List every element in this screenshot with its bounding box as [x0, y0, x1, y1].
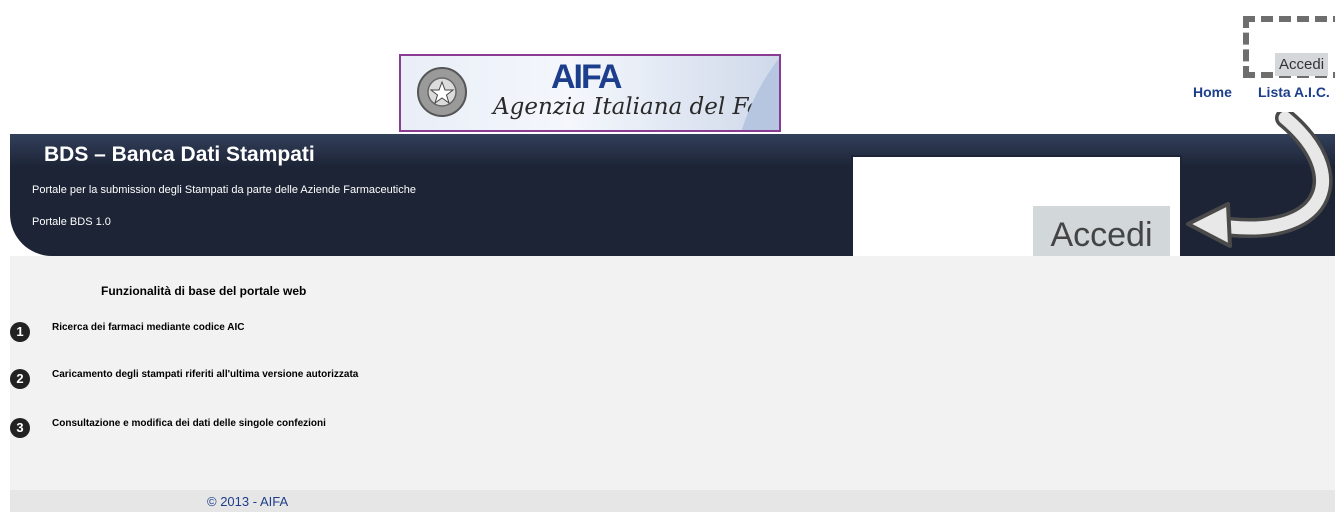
page-title: BDS – Banca Dati Stampati	[44, 143, 315, 166]
aifa-logo: AIFA Agenzia Italiana del Farmaco	[399, 54, 781, 132]
feature-text: Consultazione e modifica dei dati delle …	[52, 418, 326, 429]
copyright: © 2013 - AIFA	[207, 494, 289, 509]
lista-aic-link[interactable]: Lista A.I.C.	[1258, 84, 1330, 100]
logo-swoosh	[741, 58, 779, 130]
step-number-badge: 2	[10, 369, 30, 389]
home-link[interactable]: Home	[1193, 84, 1232, 100]
italian-republic-emblem-icon	[417, 67, 467, 117]
feature-text: Ricerca dei farmaci mediante codice AIC	[52, 322, 245, 333]
features-heading: Funzionalità di base del portale web	[101, 284, 307, 298]
feature-text: Caricamento degli stampati riferiti all'…	[52, 369, 359, 380]
step-number-badge: 3	[10, 418, 30, 438]
accedi-link[interactable]: Accedi	[1275, 53, 1329, 76]
banner-subtitle: Portale per la submission degli Stampati…	[32, 184, 416, 196]
aifa-wordmark: AIFA	[551, 58, 622, 96]
curved-arrow-icon	[1186, 112, 1333, 248]
step-number-badge: 1	[10, 322, 30, 342]
banner-version: Portale BDS 1.0	[32, 216, 111, 228]
